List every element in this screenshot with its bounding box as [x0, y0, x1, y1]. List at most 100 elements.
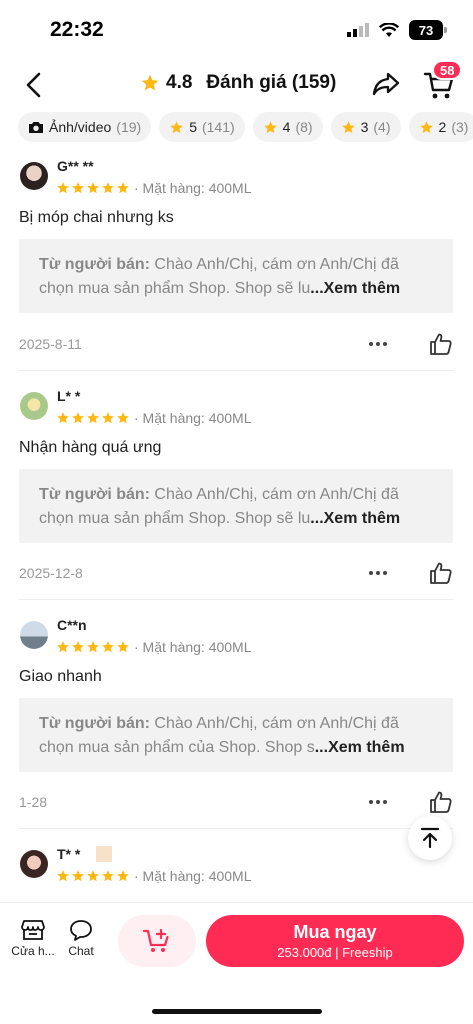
review-date: 1-28 [19, 794, 48, 810]
review-text: Bị móp chai nhưng ks [19, 209, 174, 226]
star-icon [341, 120, 355, 133]
scroll-to-top-button[interactable] [408, 816, 452, 860]
review-username: G** ** [57, 158, 94, 174]
buy-now-label: Mua ngay [293, 922, 377, 942]
add-cart-icon [142, 928, 169, 952]
star-icon [87, 870, 99, 882]
star-icon [141, 74, 159, 91]
chip-label: Ảnh/video [49, 119, 112, 135]
see-more-link[interactable]: ...Xem thêm [310, 280, 400, 297]
review-variant: · Mặt hàng: 400ML [134, 639, 252, 655]
chip-photo-video[interactable]: Ảnh/video (19) [18, 112, 152, 142]
review-variant: · Mặt hàng: 400ML [134, 410, 252, 426]
star-icon [57, 641, 69, 653]
seller-reply-label: Từ người bán: [39, 715, 150, 732]
seller-reply-label: Từ người bán: [39, 256, 150, 273]
chip-3-star[interactable]: 3 (4) [330, 112, 401, 142]
star-icon [72, 412, 84, 424]
avatar[interactable] [20, 850, 48, 878]
bottom-action-bar: Cửa h... Chat Mua ngay 253.000đ | Freesh… [0, 902, 473, 1024]
review-stars [56, 411, 130, 425]
star-icon [72, 182, 84, 194]
add-to-cart-button[interactable] [118, 915, 196, 967]
review-text: Nhận hàng quá ưng [19, 439, 162, 456]
buy-now-button[interactable]: Mua ngay 253.000đ | Freeship [206, 915, 464, 967]
star-icon [87, 412, 99, 424]
status-time: 22:32 [50, 18, 104, 41]
chat-button[interactable]: Chat [56, 919, 106, 958]
star-icon [102, 641, 114, 653]
star-icon [117, 641, 129, 653]
chip-count: (3) [451, 119, 469, 135]
cart-badge: 58 [432, 60, 463, 80]
star-icon [87, 182, 99, 194]
page-title: 4.8 Đánh giá (159) [140, 72, 336, 94]
star-icon [117, 182, 129, 194]
star-icon [72, 870, 84, 882]
star-icon [87, 641, 99, 653]
thumbs-up-icon[interactable] [428, 789, 454, 815]
review-stars [56, 869, 130, 883]
seller-reply[interactable]: Từ người bán: Chào Anh/Chị, cám ơn Anh/C… [19, 239, 453, 313]
camera-icon [29, 122, 43, 133]
chat-label: Chat [68, 944, 94, 958]
review-username: L* * [57, 388, 81, 404]
star-icon [117, 870, 129, 882]
shop-label: Cửa h... [11, 944, 55, 958]
star-icon [57, 182, 69, 194]
star-icon [117, 412, 129, 424]
more-options-button[interactable] [366, 334, 390, 354]
chip-4-star[interactable]: 4 (8) [252, 112, 323, 142]
chip-count: (8) [295, 119, 313, 135]
star-icon [57, 870, 69, 882]
star-icon [263, 120, 277, 133]
average-rating: 4.8 [166, 72, 193, 93]
back-icon[interactable] [18, 68, 52, 102]
star-icon [72, 641, 84, 653]
review-stars [56, 181, 130, 195]
chat-icon [70, 920, 92, 941]
thumbs-up-icon[interactable] [428, 331, 454, 357]
see-more-link[interactable]: ...Xem thêm [315, 739, 405, 756]
buy-now-price: 253.000đ | Freeship [277, 945, 393, 960]
divider [19, 599, 453, 600]
star-icon [57, 412, 69, 424]
wifi-icon [379, 22, 399, 37]
seller-reply-label: Từ người bán: [39, 486, 150, 503]
see-more-link[interactable]: ...Xem thêm [310, 510, 400, 527]
user-badge [96, 846, 112, 862]
review-username: T* * [57, 846, 81, 862]
review-stars [56, 640, 130, 654]
review-date: 2025-12-8 [19, 565, 83, 581]
chip-label: 2 [438, 119, 447, 135]
star-icon [419, 120, 433, 133]
chip-2-star[interactable]: 2 (3) [408, 112, 473, 142]
chip-5-star[interactable]: 5 (141) [159, 112, 245, 142]
more-options-button[interactable] [366, 792, 390, 812]
avatar[interactable] [20, 621, 48, 649]
chip-label: 5 [189, 119, 197, 135]
chip-count: (141) [201, 119, 235, 135]
divider [19, 370, 453, 371]
shop-button[interactable]: Cửa h... [8, 919, 58, 958]
more-options-button[interactable] [366, 563, 390, 583]
thumbs-up-icon[interactable] [428, 560, 454, 586]
divider [19, 828, 453, 829]
signal-icon [347, 23, 369, 37]
review-date: 2025-8-11 [19, 336, 82, 352]
home-indicator [152, 1009, 322, 1014]
reviews-title: Đánh giá (159) [206, 72, 337, 93]
review-variant: · Mặt hàng: 400ML [134, 180, 252, 196]
chip-label: 4 [282, 119, 291, 135]
share-icon[interactable] [370, 68, 402, 100]
header: 4.8 Đánh giá (159) [0, 62, 473, 108]
seller-reply[interactable]: Từ người bán: Chào Anh/Chị, cám ơn Anh/C… [19, 698, 453, 772]
chip-label: 3 [360, 119, 369, 135]
avatar[interactable] [20, 162, 48, 190]
chip-count: (19) [116, 119, 142, 135]
seller-reply[interactable]: Từ người bán: Chào Anh/Chị, cám ơn Anh/C… [19, 469, 453, 543]
avatar[interactable] [20, 392, 48, 420]
filter-chips: Ảnh/video (19) 5 (141) 4 (8) 3 (4) 2 (3) [18, 112, 473, 142]
arrow-up-icon [420, 827, 440, 849]
review-text: Giao nhanh [19, 668, 102, 685]
